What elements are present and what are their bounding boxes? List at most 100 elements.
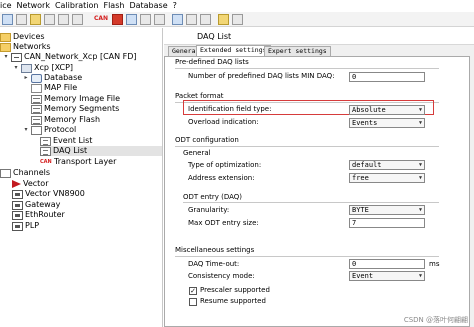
menu-item-database[interactable]: Database: [126, 0, 169, 12]
toolbar: CAN: [0, 12, 474, 27]
tree-item-memory-segments[interactable]: Memory Segments: [31, 104, 119, 114]
list-icon: [40, 146, 51, 156]
tree-item-label: MAP File: [44, 83, 78, 92]
extended-settings-panel: Pre-defined DAQ lists Number of predefin…: [164, 56, 470, 327]
num-predefined-field[interactable]: 0: [349, 72, 425, 82]
tree-item-label: Networks: [13, 42, 51, 51]
tree-item-label: Devices: [13, 32, 45, 41]
folder-icon[interactable]: [30, 14, 41, 25]
can-icon[interactable]: CAN: [94, 15, 108, 22]
folder-icon: [0, 42, 11, 52]
memory-icon: [31, 115, 42, 125]
memory-icon: [31, 94, 42, 104]
tree-item-label: PLP: [25, 221, 40, 230]
section-divider: [175, 68, 439, 69]
tree-item-label: Gateway: [25, 200, 61, 209]
menu-item-network[interactable]: Network: [14, 0, 52, 12]
section-odt-entry: ODT entry (DAQ): [183, 193, 243, 201]
measure-icon[interactable]: [140, 14, 151, 25]
database-icon: [31, 73, 42, 83]
tree-item-transport-layer[interactable]: CAN Transport Layer: [40, 157, 116, 167]
daq-timeout-field[interactable]: 0: [349, 259, 425, 269]
map-file-icon: [31, 83, 42, 93]
menu-item-flash[interactable]: Flash: [100, 0, 126, 12]
tree-item-map-file[interactable]: MAP File: [31, 83, 77, 93]
overload-indication-label: Overload indication:: [188, 118, 259, 126]
settings-icon[interactable]: [58, 14, 69, 25]
section-divider: [175, 256, 439, 257]
stop-icon[interactable]: [112, 14, 123, 25]
copy-icon[interactable]: [172, 14, 183, 25]
window-icon[interactable]: [154, 14, 165, 25]
paste-icon[interactable]: [186, 14, 197, 25]
tree-item-can-network[interactable]: ▾ CAN_Network_Xcp [CAN FD]: [2, 52, 137, 62]
prescaler-supported-checkbox[interactable]: [189, 287, 197, 295]
consistency-mode-label: Consistency mode:: [188, 272, 255, 280]
tree-item-label: Event List: [53, 136, 93, 145]
section-divider: [183, 202, 439, 203]
tools-icon[interactable]: [200, 14, 211, 25]
tree-item-channels[interactable]: Channels: [0, 168, 50, 178]
optimization-type-select[interactable]: default ▼: [349, 160, 425, 170]
tab-expert-settings[interactable]: Expert settings: [264, 46, 331, 56]
prescaler-supported-label: Prescaler supported: [200, 286, 270, 294]
menu-item-file[interactable]: ice: [0, 0, 14, 12]
tree-item-plp[interactable]: PLP: [12, 221, 39, 231]
granularity-label: Granularity:: [188, 206, 230, 214]
channels-icon: [0, 168, 11, 178]
tree-item-memory-flash[interactable]: Memory Flash: [31, 115, 100, 125]
menu-item-calibration[interactable]: Calibration: [52, 0, 101, 12]
consistency-mode-select[interactable]: Event ▼: [349, 271, 425, 281]
tree-item-daq-list[interactable]: DAQ List: [40, 146, 162, 156]
overload-indication-select[interactable]: Events ▼: [349, 118, 425, 128]
import-icon[interactable]: [232, 14, 243, 25]
folder-icon: [0, 32, 11, 42]
collapse-icon[interactable]: ▾: [2, 53, 10, 61]
navigation-tree: Devices Networks ▾ CAN_Network_Xcp [CAN …: [0, 28, 163, 327]
network-icon: [11, 52, 22, 62]
tree-item-label: Vector: [23, 179, 49, 188]
tree-item-database[interactable]: ▸ Database: [22, 73, 82, 83]
tree-item-label: Memory Flash: [44, 115, 101, 124]
can-icon: CAN: [40, 159, 52, 165]
collapse-icon[interactable]: ▾: [12, 64, 20, 72]
memory-icon: [31, 104, 42, 114]
tree-item-ethrouter[interactable]: EthRouter: [12, 210, 65, 220]
export-icon[interactable]: [218, 14, 229, 25]
subsection-general: General: [183, 149, 211, 157]
chevron-down-icon: ▼: [418, 273, 422, 279]
resume-supported-checkbox[interactable]: [189, 298, 197, 306]
tree-item-event-list[interactable]: Event List: [40, 136, 92, 146]
identification-field-type-select[interactable]: Absolute ▼: [349, 105, 425, 115]
optimization-type-label: Type of optimization:: [188, 161, 262, 169]
tree-item-memory-image-file[interactable]: Memory Image File: [31, 94, 120, 104]
max-odt-entry-size-label: Max ODT entry size:: [188, 219, 259, 227]
tree-item-vector-vn8900[interactable]: Vector VN8900: [12, 189, 85, 199]
open-icon[interactable]: [16, 14, 27, 25]
expand-icon[interactable]: ▸: [22, 74, 30, 82]
max-odt-entry-size-field[interactable]: 7: [349, 218, 425, 228]
tree-item-xcp-ecu[interactable]: ▾ Xcp [XCP]: [12, 63, 73, 73]
collapse-icon[interactable]: ▾: [22, 126, 30, 134]
granularity-select[interactable]: BYTE ▼: [349, 205, 425, 215]
select-value: Events: [352, 119, 378, 127]
select-value: Absolute: [352, 106, 386, 114]
address-extension-select[interactable]: free ▼: [349, 173, 425, 183]
section-miscellaneous: Miscellaneous settings: [175, 246, 255, 254]
tree-item-protocol[interactable]: ▾ Protocol: [22, 125, 76, 135]
connect-icon[interactable]: [126, 14, 137, 25]
select-value: default: [352, 161, 382, 169]
new-icon[interactable]: [2, 14, 13, 25]
menu-item-help[interactable]: ?: [170, 0, 179, 12]
tree-item-label: Memory Segments: [44, 104, 120, 113]
chevron-down-icon: ▼: [418, 162, 422, 168]
tree-item-label: Protocol: [44, 125, 77, 134]
network-icon[interactable]: [72, 14, 83, 25]
tree-item-gateway[interactable]: Gateway: [12, 200, 60, 210]
tree-item-devices[interactable]: Devices: [0, 32, 45, 42]
tree-item-networks[interactable]: Networks: [0, 42, 51, 52]
tree-item-vector[interactable]: Vector: [12, 179, 49, 189]
tree-item-label: Database: [44, 73, 83, 82]
save-icon[interactable]: [44, 14, 55, 25]
tab-extended-settings[interactable]: Extended settings: [196, 45, 271, 56]
